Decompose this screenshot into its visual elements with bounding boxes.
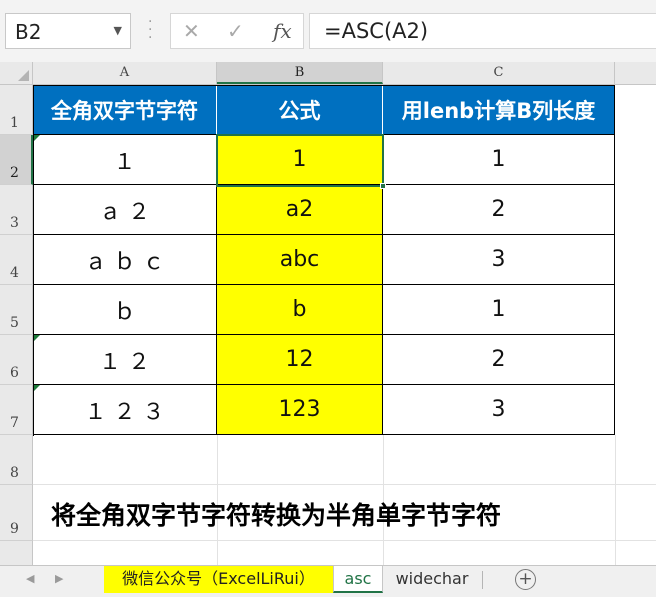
sheet-tab-wechat[interactable]: 微信公众号（ExcelLiRui） — [104, 566, 333, 593]
cell-c7[interactable]: 3 — [383, 385, 615, 435]
formula-input[interactable]: =ASC(A2) — [309, 13, 656, 49]
formula-text[interactable]: =ASC(A2) — [324, 19, 428, 43]
note-text: 将全角双字节字符转换为半角单字节字符 — [51, 501, 502, 530]
cell-value: a2 — [285, 197, 314, 222]
cell-b5[interactable]: b — [217, 285, 383, 335]
sheet-tab-widechar[interactable]: widechar — [384, 566, 480, 593]
formula-buttons: ✕ ✓ fx — [170, 13, 304, 49]
row-number: 1 — [10, 115, 19, 131]
prev-sheet-icon[interactable]: ◀ — [26, 572, 34, 585]
select-all-icon[interactable] — [18, 70, 29, 81]
row-header-7[interactable]: 7 — [0, 385, 33, 435]
cell-a6[interactable]: １ ２ — [33, 335, 217, 385]
table-border — [33, 85, 34, 436]
cell-value: abc — [279, 247, 320, 272]
header-cell-c1[interactable]: 用lenb计算B列长度 — [383, 85, 615, 135]
row-number: 8 — [10, 465, 19, 481]
name-box-value[interactable]: B2 — [15, 20, 41, 44]
cell-value: 2 — [491, 197, 506, 222]
cell-value: 12 — [285, 347, 314, 372]
cell-value: 123 — [278, 397, 321, 422]
cell-c5[interactable]: 1 — [383, 285, 615, 335]
row-number: 2 — [10, 165, 19, 181]
sheet-tab-bar: ◀ ▶ 微信公众号（ExcelLiRui） asc widechar + — [0, 565, 656, 597]
enter-icon[interactable]: ✓ — [227, 19, 244, 43]
row-number: 6 — [10, 365, 19, 381]
cell-value: 2 — [491, 347, 506, 372]
column-header-c[interactable]: C — [383, 62, 615, 84]
row-number: 9 — [10, 521, 19, 537]
cell-b7[interactable]: 123 — [217, 385, 383, 435]
row-number: 4 — [10, 265, 19, 281]
column-header-b[interactable]: B — [217, 62, 383, 84]
row-header-8[interactable]: 8 — [0, 435, 33, 485]
row-number: 7 — [10, 415, 19, 431]
cell-a3[interactable]: ａ ２ — [33, 185, 217, 235]
cell-value: b — [292, 297, 307, 322]
cell-value: １ ２ — [99, 349, 150, 375]
cell-value: ａ ２ — [99, 199, 150, 225]
row-header-9[interactable]: 9 — [0, 485, 33, 541]
next-sheet-icon[interactable]: ▶ — [55, 572, 63, 585]
select-all-button[interactable] — [0, 62, 33, 84]
gridline — [33, 540, 656, 541]
add-sheet-icon[interactable]: + — [515, 569, 536, 590]
chevron-down-icon[interactable]: ▼ — [114, 24, 122, 37]
cell-value: ａ ｂ ｃ — [84, 249, 165, 275]
cell-value: 3 — [491, 247, 506, 272]
row-header-4[interactable]: 4 — [0, 235, 33, 285]
cell-c3[interactable]: 2 — [383, 185, 615, 235]
cell-a5[interactable]: ｂ — [33, 285, 217, 335]
gridline — [33, 484, 656, 485]
row-number: 3 — [10, 215, 19, 231]
cell-a4[interactable]: ａ ｂ ｃ — [33, 235, 217, 285]
cell-b4[interactable]: abc — [217, 235, 383, 285]
formula-bar: B2 ▼ · · · ✕ ✓ fx =ASC(A2) — [0, 0, 656, 62]
error-indicator-icon — [33, 335, 40, 342]
column-header-d[interactable] — [615, 62, 656, 84]
cell-c6[interactable]: 2 — [383, 335, 615, 385]
cell-a7[interactable]: １ ２ ３ — [33, 385, 217, 435]
row-number: 5 — [10, 315, 19, 331]
cell-value: １ — [113, 149, 136, 175]
column-header-a[interactable]: A — [33, 62, 217, 84]
gridline — [615, 435, 616, 565]
cell-a2[interactable]: １ — [33, 135, 217, 185]
cell-value: 3 — [491, 397, 506, 422]
cancel-icon[interactable]: ✕ — [183, 19, 200, 43]
insert-function-icon[interactable]: fx — [273, 19, 292, 43]
header-cell-a1[interactable]: 全角双字节字符 — [33, 85, 217, 135]
table-border — [33, 85, 615, 86]
cell-value: １ ２ ３ — [84, 399, 165, 425]
row-header-2[interactable]: 2 — [0, 135, 33, 185]
cell-b3[interactable]: a2 — [217, 185, 383, 235]
row-header-5[interactable]: 5 — [0, 285, 33, 335]
row-header-1[interactable]: 1 — [0, 85, 33, 135]
cell-value: 1 — [491, 147, 506, 172]
cell-c4[interactable]: 3 — [383, 235, 615, 285]
cell-value: 1 — [491, 297, 506, 322]
row-header-3[interactable]: 3 — [0, 185, 33, 235]
cell-b6[interactable]: 12 — [217, 335, 383, 385]
cell-value: ｂ — [113, 299, 136, 325]
error-indicator-icon — [33, 385, 40, 392]
sheet-tab-asc[interactable]: asc — [333, 566, 383, 593]
fill-handle[interactable] — [380, 183, 386, 189]
active-cell-border — [216, 134, 384, 187]
row-header-6[interactable]: 6 — [0, 335, 33, 385]
cell-c2[interactable]: 1 — [383, 135, 615, 185]
row-header-10[interactable] — [0, 541, 33, 565]
header-cell-b1[interactable]: 公式 — [217, 85, 383, 135]
tab-divider — [482, 571, 483, 589]
column-header-row: A B C — [0, 62, 656, 85]
name-box[interactable]: B2 ▼ — [5, 13, 131, 49]
error-indicator-icon — [33, 135, 40, 142]
drag-handle-icon[interactable]: · · · — [148, 15, 152, 45]
